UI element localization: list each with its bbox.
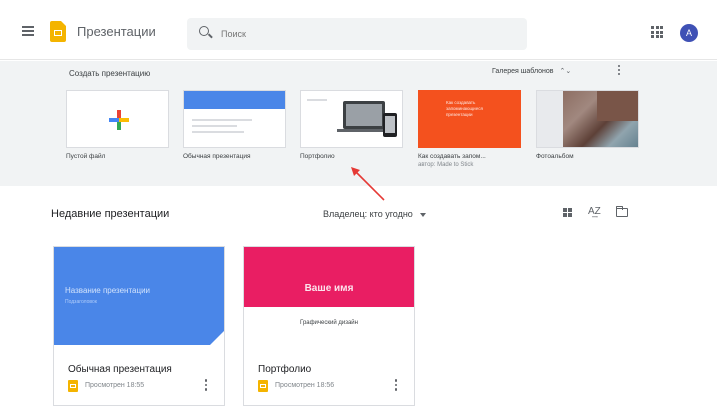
more-options-icon[interactable] (394, 379, 398, 393)
more-options-icon[interactable] (204, 379, 208, 393)
dropdown-caret-icon[interactable] (419, 212, 426, 217)
search-input[interactable] (221, 25, 501, 43)
doc-opened-time: Просмотрен 18:56 (275, 382, 335, 389)
gallery-title: Создать презентацию (69, 69, 151, 78)
recent-title: Недавние презентации (51, 208, 170, 220)
slides-home: Презентации A Создать презентацию Галере… (0, 0, 717, 415)
doc-opened-time: Просмотрен 18:55 (85, 382, 145, 389)
template-portfolio[interactable]: Портфолио (300, 90, 403, 160)
plus-icon (109, 110, 129, 130)
thumb-subtitle: Подзаголовок (65, 299, 97, 305)
top-header: Презентации A (0, 0, 717, 60)
template-thumbnail[interactable] (300, 90, 403, 148)
menu-icon[interactable] (22, 26, 34, 36)
slides-logo-icon[interactable] (50, 21, 66, 42)
sort-az-icon[interactable]: A͢Z (588, 206, 601, 217)
doc-thumbnail[interactable]: Ваше имя Графический дизайн (244, 247, 414, 345)
template-thumbnail[interactable] (183, 90, 286, 148)
doc-name[interactable]: Обычная презентация (68, 364, 172, 375)
doc-name[interactable]: Портфолио (258, 364, 311, 375)
app-title[interactable]: Презентации (77, 24, 156, 39)
thumb-subtitle: Графический дизайн (300, 320, 358, 326)
template-gallery-label[interactable]: Галерея шаблонов (492, 68, 554, 75)
template-label: Обычная презентация (183, 153, 251, 160)
template-photo-album[interactable]: Фотоальбом (536, 90, 639, 160)
folder-icon[interactable] (615, 205, 628, 217)
template-gallery-toggle[interactable]: Галерея шаблонов ⌃⌄ (492, 67, 571, 75)
recent-doc-card[interactable]: Название презентации Подзаголовок Обычна… (53, 246, 225, 406)
template-label: Портфолио (300, 153, 335, 160)
template-thumbnail[interactable] (66, 90, 169, 148)
search-box[interactable] (187, 18, 527, 50)
template-label: Пустой файл (66, 153, 106, 160)
template-thumbnail[interactable] (536, 90, 639, 148)
doc-thumbnail[interactable]: Название презентации Подзаголовок (54, 247, 224, 345)
slides-file-icon (258, 380, 268, 392)
template-author: автор: Made to Stick (418, 162, 474, 168)
template-thumb-text: Как создавать запоминающиеся презентации (446, 100, 483, 117)
thumb-title: Название презентации (65, 286, 151, 295)
search-icon[interactable] (199, 26, 209, 36)
owner-filter[interactable]: Владелец: кто угодно (323, 209, 426, 219)
template-label: Фотоальбом (536, 153, 574, 160)
account-avatar[interactable]: A (680, 24, 698, 42)
template-blank[interactable]: Пустой файл (66, 90, 169, 160)
template-made-to-stick[interactable]: Как создавать запоминающиеся презентации… (418, 90, 521, 168)
recent-doc-card[interactable]: Ваше имя Графический дизайн Портфолио Пр… (243, 246, 415, 406)
apps-grid-icon[interactable] (651, 26, 663, 38)
annotation-arrow-icon (351, 167, 385, 201)
owner-filter-label[interactable]: Владелец: кто угодно (323, 209, 413, 219)
slides-file-icon (68, 380, 78, 392)
template-thumbnail[interactable]: Как создавать запоминающиеся презентации (418, 90, 521, 148)
expand-collapse-icon[interactable]: ⌃⌄ (560, 67, 572, 75)
laptop-image (343, 101, 385, 129)
gallery-more-icon[interactable] (617, 65, 621, 77)
thumb-title: Ваше имя (304, 283, 354, 294)
phone-image (383, 113, 397, 137)
template-basic[interactable]: Обычная презентация (183, 90, 286, 160)
template-label: Как создавать запом... (418, 153, 486, 160)
grid-view-icon[interactable] (563, 208, 572, 217)
